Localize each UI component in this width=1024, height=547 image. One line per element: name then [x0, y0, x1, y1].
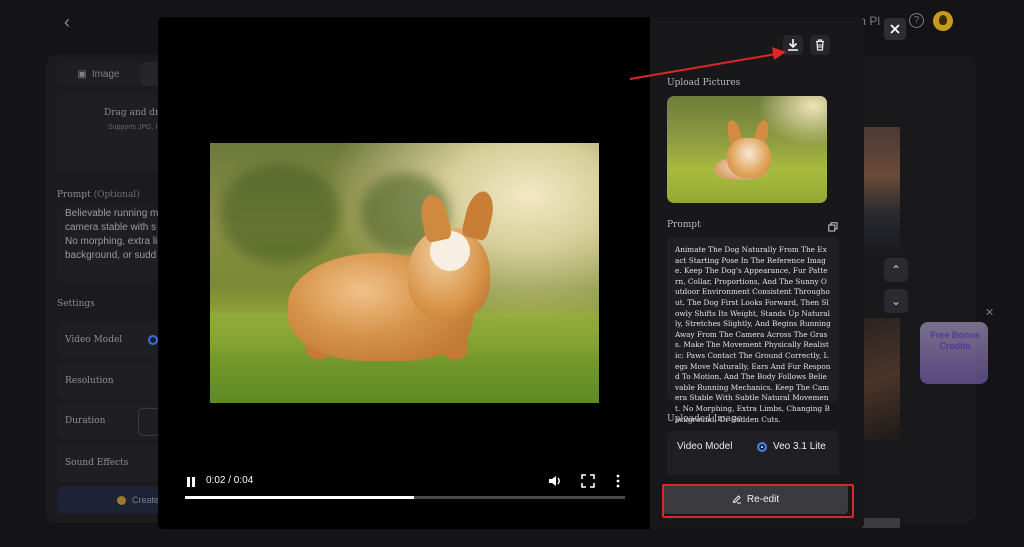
video-model-label: Video Model [677, 441, 733, 452]
gallery-thumbnail[interactable] [862, 318, 900, 440]
bonus-close-icon[interactable]: ✕ [985, 306, 994, 319]
thumbnail-scenery [757, 96, 827, 146]
player-controls: 0:02 / 0:04 [185, 469, 625, 509]
sound-effects-row[interactable]: Sound Effects [57, 444, 160, 482]
resolution-row[interactable]: Resolution [57, 362, 160, 400]
model-radio-icon [757, 442, 767, 452]
gallery-thumbnail[interactable] [862, 518, 900, 528]
uploaded-picture-thumbnail[interactable] [667, 96, 827, 203]
progress-fill [185, 496, 414, 499]
close-icon [890, 24, 900, 34]
pause-icon[interactable] [185, 476, 197, 488]
scroll-up-button[interactable]: ⌃ [884, 258, 908, 282]
video-frame[interactable] [210, 143, 599, 403]
prompt-line: No morphing, extra li [65, 236, 158, 247]
thumbnail-dog [727, 138, 771, 178]
delete-button[interactable] [810, 35, 830, 55]
video-model-label: Video Model [65, 335, 123, 345]
video-scenery [220, 163, 340, 263]
prompt-text: Animate The Dog Naturally From The Exact… [675, 245, 831, 424]
details-panel: Upload Pictures Prompt Animate The Dog N… [650, 17, 864, 529]
duration-selector[interactable] [138, 408, 160, 436]
credit-coin-icon [117, 495, 126, 505]
scroll-down-button[interactable]: ⌄ [884, 289, 908, 313]
resolution-label: Resolution [65, 376, 114, 386]
video-model-value: Veo 3.1 Lite [773, 441, 826, 452]
video-dog [460, 188, 498, 242]
download-icon [788, 39, 798, 51]
gallery-thumbnail[interactable] [862, 127, 900, 249]
prompt-heading: Prompt [667, 220, 701, 230]
background-gallery-panel [850, 55, 976, 523]
app-root: ‹ xtra Pl ? ▣ Image Drag and drop Suppor… [0, 0, 1024, 547]
avatar[interactable] [933, 11, 953, 31]
uploaded-image-label: Uploaded Image [667, 414, 743, 424]
help-icon[interactable]: ? [909, 13, 924, 28]
volume-icon[interactable] [547, 473, 563, 489]
upload-pictures-label: Upload Pictures [667, 78, 741, 88]
video-player[interactable]: 0:02 / 0:04 [158, 17, 650, 529]
progress-track[interactable] [185, 496, 625, 499]
download-button[interactable] [783, 35, 803, 55]
upload-dropzone[interactable] [56, 94, 160, 172]
image-icon: ▣ [77, 68, 87, 80]
copy-icon[interactable] [828, 222, 838, 232]
re-edit-button[interactable]: Re-edit [663, 484, 848, 514]
tab-image[interactable]: ▣ Image [56, 62, 141, 86]
close-modal-button[interactable] [884, 18, 906, 40]
more-options-icon[interactable] [613, 474, 623, 488]
prompt-line: camera stable with s [65, 222, 157, 233]
pencil-icon [732, 495, 741, 504]
settings-label: Settings [57, 299, 95, 309]
prompt-line: Believable running m [65, 208, 159, 219]
video-model-row: Video Model Veo 3.1 Lite [667, 431, 839, 475]
dropzone-subtitle: Supports JPG, I [108, 124, 158, 131]
back-arrow-icon[interactable]: ‹ [64, 12, 70, 33]
prompt-line: background, or sudd [65, 250, 157, 261]
trash-icon [816, 39, 824, 51]
tab-image-label: Image [91, 68, 120, 80]
model-logo-icon [148, 335, 158, 345]
video-preview-modal: 0:02 / 0:04 Upload Pictures Prompt Anima… [158, 17, 864, 529]
prompt-display: Animate The Dog Naturally From The Exact… [667, 237, 839, 424]
prompt-label-text: Prompt [57, 190, 91, 200]
create-label: Create [132, 495, 160, 505]
create-button[interactable]: Create [57, 486, 160, 514]
video-model-row[interactable]: Video Model [57, 321, 160, 359]
re-edit-label: Re-edit [746, 493, 780, 505]
sound-effects-label: Sound Effects [65, 458, 129, 468]
prompt-label: Prompt (Optional) [57, 190, 140, 200]
playback-time: 0:02 / 0:04 [206, 475, 254, 486]
duration-label: Duration [65, 416, 106, 426]
prompt-optional: (Optional) [93, 190, 140, 200]
fullscreen-icon[interactable] [581, 474, 595, 488]
bonus-card-text: Free Bonus Credits [930, 330, 980, 351]
